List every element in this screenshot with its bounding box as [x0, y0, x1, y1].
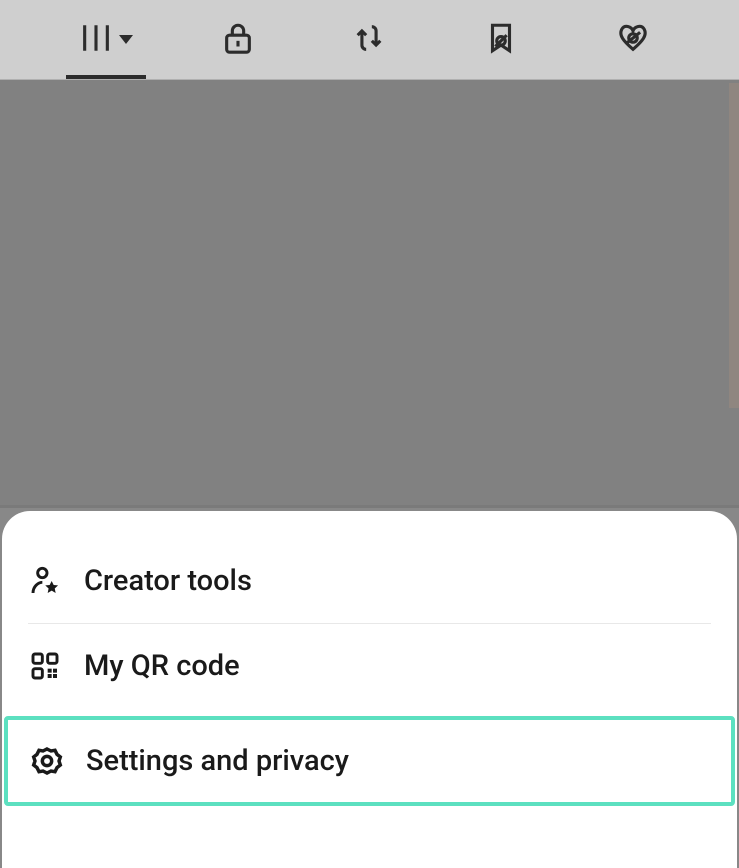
chevron-down-icon	[119, 35, 133, 44]
bookmark-hidden-icon	[484, 21, 518, 59]
menu-creator-tools[interactable]: Creator tools	[2, 539, 737, 623]
menu-qr-code[interactable]: My QR code	[2, 624, 737, 708]
tab-posts[interactable]	[61, 0, 151, 79]
tab-private[interactable]	[193, 0, 283, 79]
highlighted-menu-item: Settings and privacy	[4, 716, 735, 806]
tab-reposts[interactable]	[324, 0, 414, 79]
options-bottom-sheet: Creator tools My QR code	[2, 511, 737, 868]
tab-saved[interactable]	[456, 0, 546, 79]
repost-icon	[352, 21, 386, 59]
tab-liked[interactable]	[588, 0, 678, 79]
lock-icon	[221, 21, 255, 59]
menu-label: My QR code	[84, 649, 240, 683]
profile-content-dimmed	[0, 80, 739, 508]
menu-label: Settings and privacy	[86, 744, 349, 778]
profile-tab-bar	[0, 0, 739, 80]
menu-settings-privacy[interactable]: Settings and privacy	[8, 720, 731, 802]
menu-label: Creator tools	[84, 564, 252, 598]
grid-icon	[79, 21, 113, 59]
heart-hidden-icon	[616, 21, 650, 59]
qr-code-icon	[28, 649, 62, 683]
gear-icon	[30, 744, 64, 778]
person-star-icon	[28, 564, 62, 598]
